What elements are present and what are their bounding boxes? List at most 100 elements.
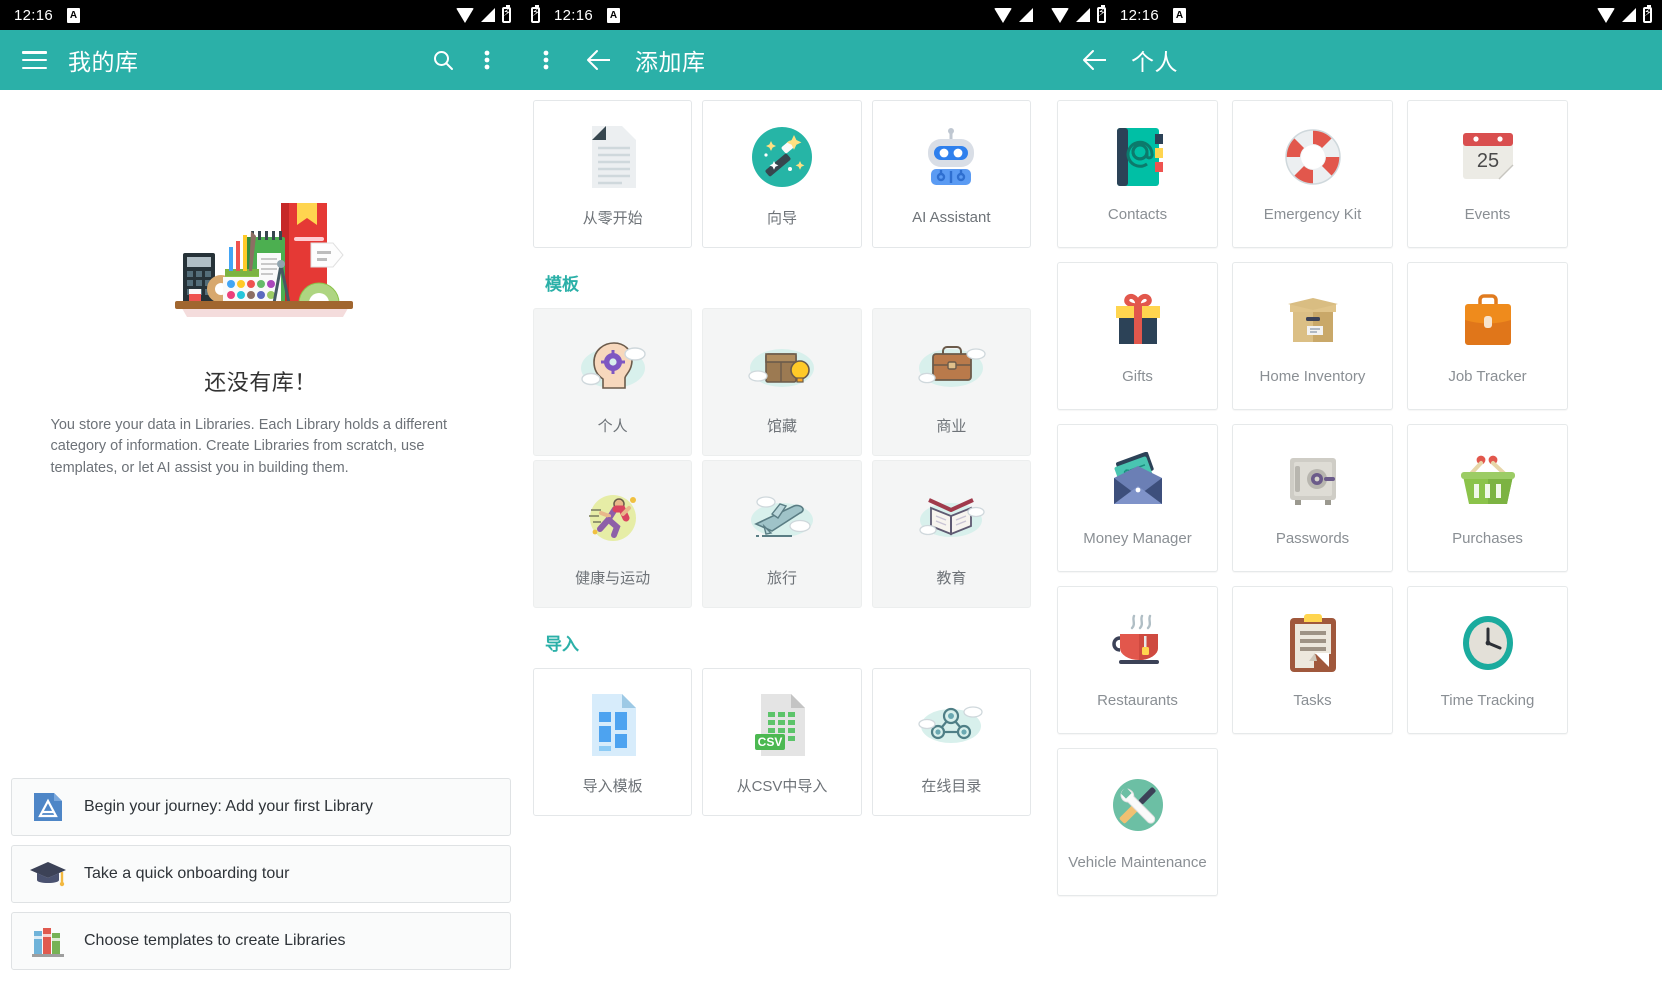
template-passwords[interactable]: Passwords [1232, 424, 1393, 572]
tile-label: 个人 [597, 417, 628, 435]
svg-text:CSV: CSV [758, 735, 783, 749]
search-icon[interactable] [421, 38, 465, 82]
template-label: Events [1464, 206, 1511, 223]
template-events[interactable]: 25 Events [1407, 100, 1568, 248]
app-bar: 个人 [1043, 30, 1662, 90]
template-tasks[interactable]: Tasks [1232, 586, 1393, 734]
grid-row: Restaurants Tasks Time Tracking [1057, 586, 1648, 734]
tile-education[interactable]: 教育 [871, 460, 1031, 608]
action-card-label: Take a quick onboarding tour [84, 865, 290, 882]
clipboard-icon [1285, 605, 1341, 681]
gift-box-icon [1107, 281, 1169, 357]
template-label: Emergency Kit [1263, 206, 1362, 223]
action-card-onboarding-tour[interactable]: Take a quick onboarding tour [11, 845, 511, 903]
wifi-icon [1597, 7, 1615, 23]
import-row: 导入模板 CSV 从CSV中导入 在线目录 [533, 668, 1031, 816]
airplane-icon [742, 481, 822, 553]
template-label: Home Inventory [1259, 368, 1366, 385]
tile-collections[interactable]: 馆藏 [702, 308, 862, 456]
onboarding-action-list: Begin your journey: Add your first Libra… [11, 778, 511, 970]
tile-import-template[interactable]: 导入模板 [533, 668, 693, 816]
more-vertical-icon[interactable] [533, 38, 559, 82]
open-book-icon [911, 481, 991, 553]
template-label: Restaurants [1097, 692, 1178, 709]
screen-add-library: 12:16 A 添加库 [521, 0, 1043, 984]
empty-state-title: 还没有库！ [204, 370, 317, 395]
tile-label: 从CSV中导入 [736, 777, 828, 795]
coffee-cup-icon [1106, 605, 1170, 681]
calendar-icon: 25 [1457, 119, 1519, 195]
status-bar-app-badge: A [607, 7, 621, 23]
tile-wizard[interactable]: 向导 [702, 100, 862, 248]
box-bulb-icon [742, 329, 822, 401]
blank-document-icon [582, 121, 644, 193]
tile-personal[interactable]: 个人 [533, 308, 693, 456]
template-label: Purchases [1452, 530, 1523, 547]
template-label: Job Tracker [1448, 368, 1527, 385]
screen-personal-templates: 12:16 A 个人 [1043, 0, 1662, 984]
template-gifts[interactable]: Gifts [1057, 262, 1218, 410]
head-gear-icon [573, 329, 653, 401]
tile-label: AI Assistant [912, 208, 991, 226]
status-bar: 12:16 A [0, 0, 521, 30]
create-methods-row: 从零开始 向导 AI Assistant [533, 100, 1031, 248]
template-label: Money Manager [1083, 530, 1192, 547]
tile-label: 教育 [936, 569, 967, 587]
grid-row: Gifts Home Inventory Job Tracker [1057, 262, 1648, 410]
shopping-basket-icon [1457, 443, 1519, 519]
status-bar-time: 12:16 [1120, 6, 1160, 24]
template-label: Vehicle Maintenance [1068, 854, 1207, 871]
arrow-back-icon[interactable] [1073, 38, 1117, 82]
tile-travel[interactable]: 旅行 [702, 460, 862, 608]
contacts-book-icon [1107, 119, 1169, 195]
wifi-icon [456, 7, 474, 23]
tile-from-scratch[interactable]: 从零开始 [533, 100, 693, 248]
hamburger-icon[interactable] [12, 38, 56, 82]
tile-label: 健康与运动 [575, 569, 651, 587]
tile-ai-assistant[interactable]: AI Assistant [871, 100, 1031, 248]
template-label: Contacts [1107, 206, 1168, 223]
tile-online-catalog[interactable]: 在线目录 [871, 668, 1031, 816]
action-card-label: Begin your journey: Add your first Libra… [84, 798, 374, 815]
template-purchases[interactable]: Purchases [1407, 424, 1568, 572]
action-card-choose-templates[interactable]: Choose templates to create Libraries [11, 912, 511, 970]
status-bar-indicators-left [1051, 5, 1106, 23]
signal-icon [1019, 8, 1033, 22]
status-bar: 12:16 A [1043, 0, 1662, 30]
section-heading-import: 导入 [545, 635, 579, 654]
template-label: Time Tracking [1440, 692, 1535, 709]
template-home-inventory[interactable]: Home Inventory [1232, 262, 1393, 410]
battery-icon [502, 5, 511, 23]
template-job-tracker[interactable]: Job Tracker [1407, 262, 1568, 410]
robot-icon [918, 123, 984, 195]
tile-health-fitness[interactable]: 健康与运动 [533, 460, 693, 608]
briefcase-icon [1457, 281, 1519, 357]
battery-icon [531, 5, 540, 23]
template-emergency-kit[interactable]: Emergency Kit [1232, 100, 1393, 248]
books-icon [12, 925, 84, 957]
status-bar-app-badge: A [67, 7, 81, 23]
template-restaurants[interactable]: Restaurants [1057, 586, 1218, 734]
template-contacts[interactable]: Contacts [1057, 100, 1218, 248]
screen-my-libraries: 12:16 A 我的库 [0, 0, 521, 984]
grid-row: Contacts Emergency Kit 25 Events [1057, 100, 1648, 248]
template-vehicle-maintenance[interactable]: Vehicle Maintenance [1057, 748, 1218, 896]
tile-import-csv[interactable]: CSV 从CSV中导入 [702, 668, 862, 816]
tile-label: 旅行 [766, 569, 797, 587]
template-money-manager[interactable]: $ Money Manager [1057, 424, 1218, 572]
add-library-body: 从零开始 向导 AI Assistant 模板 个人 馆藏 商业 健康与运动 旅… [521, 90, 1043, 984]
arrow-back-icon[interactable] [577, 38, 621, 82]
signal-icon [1076, 8, 1090, 22]
template-time-tracking[interactable]: Time Tracking [1407, 586, 1568, 734]
wifi-icon [994, 7, 1012, 23]
tile-business[interactable]: 商业 [871, 308, 1031, 456]
life-ring-icon [1282, 119, 1344, 195]
personal-template-grid: Contacts Emergency Kit 25 Events Gifts H… [1043, 90, 1662, 896]
action-card-add-first-library[interactable]: Begin your journey: Add your first Libra… [11, 778, 511, 836]
template-row-2: 健康与运动 旅行 教育 [533, 460, 1031, 608]
empty-state-description: You store your data in Libraries. Each L… [50, 417, 448, 476]
more-vertical-icon[interactable] [465, 38, 509, 82]
app-bar: 添加库 [521, 30, 1043, 90]
safe-icon [1284, 443, 1342, 519]
status-bar-indicators [994, 7, 1033, 23]
